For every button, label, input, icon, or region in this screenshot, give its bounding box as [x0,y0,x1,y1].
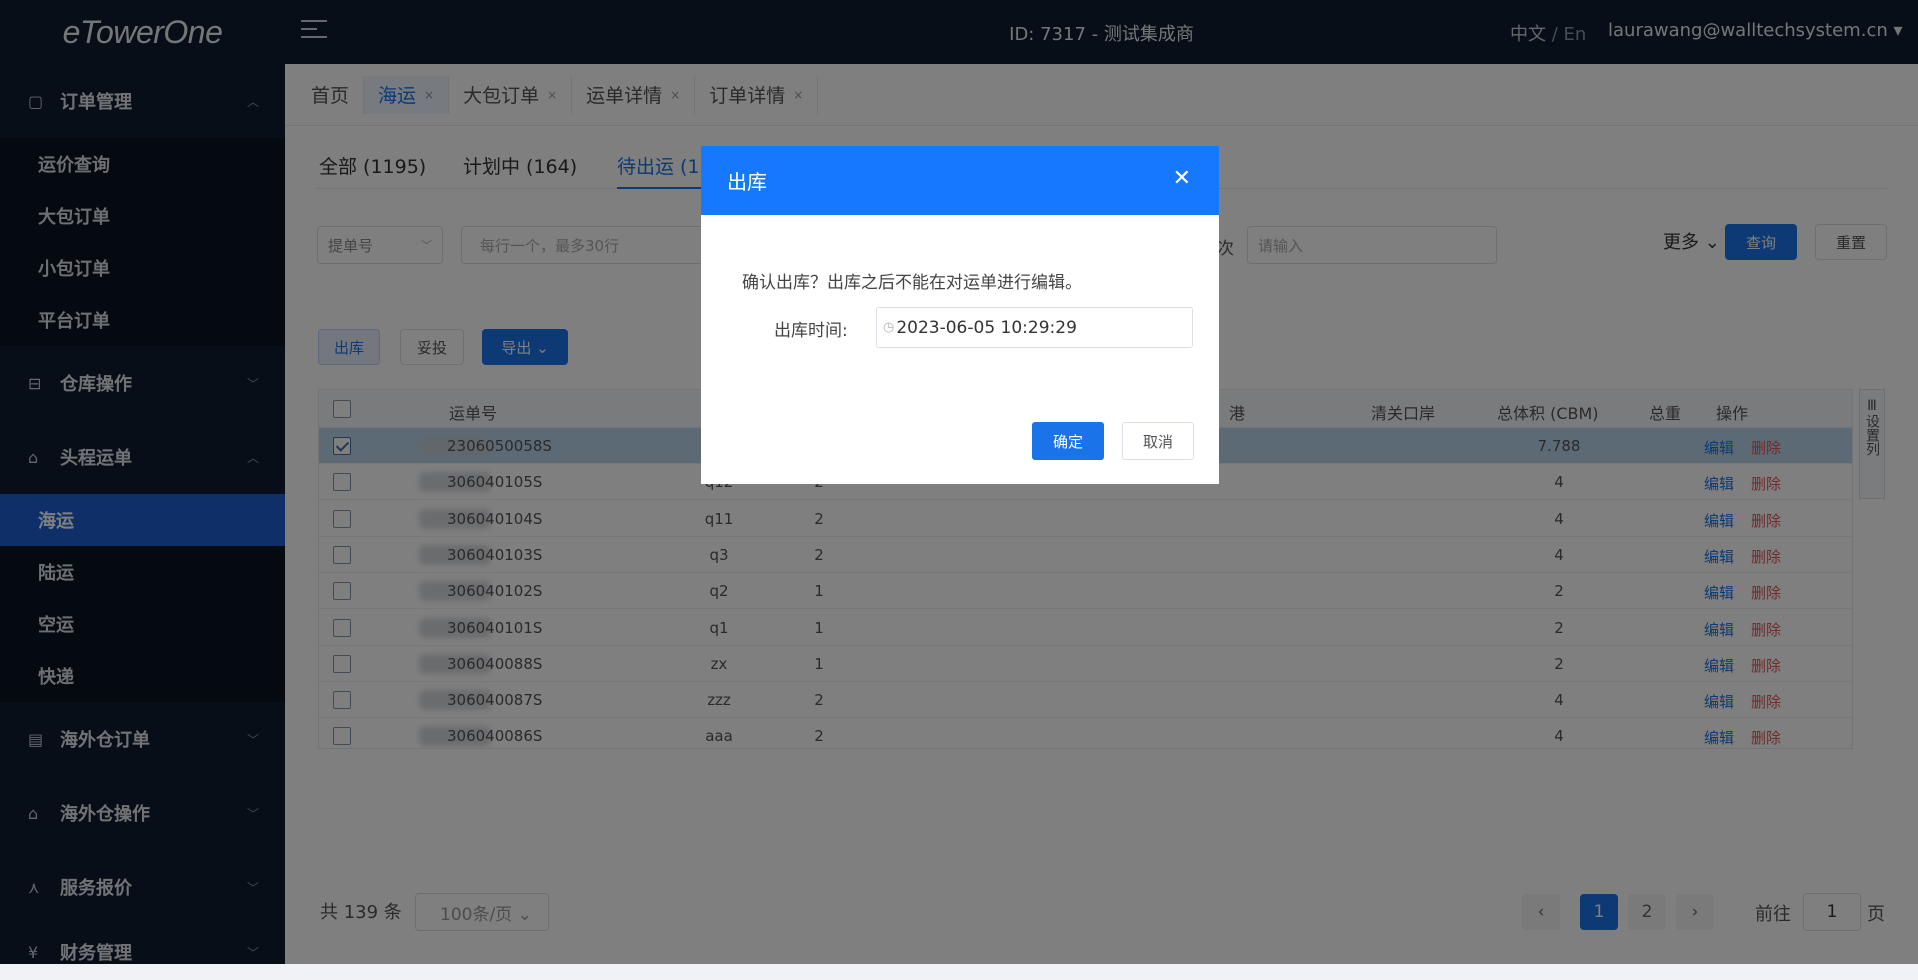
outbound-time-picker[interactable]: ◷ 2023-06-05 10:29:29 [876,307,1193,348]
dialog-title: 出库 [727,170,767,194]
outbound-time-value: 2023-06-05 10:29:29 [896,317,1077,338]
dialog-header: 出库 ✕ [701,146,1219,215]
outbound-time-label: 出库时间: [774,321,848,341]
confirm-button[interactable]: 确定 [1032,422,1104,460]
cancel-button[interactable]: 取消 [1122,422,1194,460]
clock-icon: ◷ [883,320,895,335]
dialog-message: 确认出库？出库之后不能在对运单进行编辑。 [742,273,1082,293]
outbound-dialog: 出库 ✕ 确认出库？出库之后不能在对运单进行编辑。 出库时间: ◷ 2023-0… [701,146,1219,484]
close-icon[interactable]: ✕ [1173,166,1191,191]
